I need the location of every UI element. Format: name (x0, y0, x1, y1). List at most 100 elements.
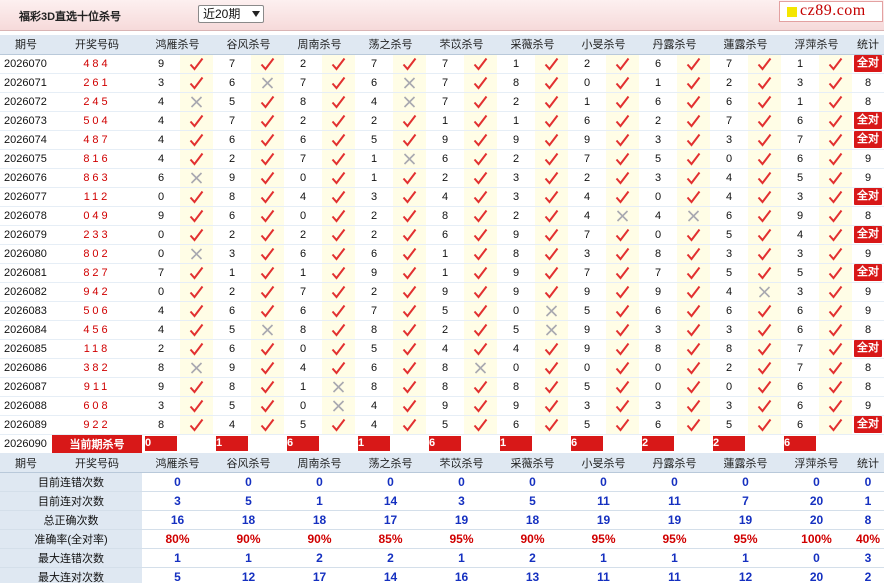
col-header-expert-10[interactable]: 浮萍杀号 (781, 453, 852, 473)
kill-number-cell: 2 (497, 206, 535, 226)
col-header-expert-2[interactable]: 谷风杀号 (213, 453, 284, 473)
check-icon (189, 209, 204, 223)
wrong-mark (748, 282, 781, 302)
kill-number-cell: 8 (710, 339, 748, 359)
period-select[interactable]: 近20期 (198, 5, 264, 23)
summary-value: 14 (355, 491, 426, 511)
check-icon (544, 114, 559, 128)
correct-mark (464, 339, 497, 359)
check-icon (402, 190, 417, 204)
check-icon (331, 361, 346, 375)
check-icon (473, 399, 488, 413)
col-header-expert-9[interactable]: 蓮露杀号 (710, 35, 781, 55)
check-icon (189, 380, 204, 394)
kill-number-cell: 6 (284, 301, 322, 321)
correct-mark (464, 282, 497, 302)
draw-numbers-cell: 233 (52, 225, 142, 245)
col-header-expert-2[interactable]: 谷风杀号 (213, 35, 284, 55)
kill-number-cell: 6 (781, 377, 819, 397)
kill-number-cell: 4 (284, 358, 322, 378)
kill-number-cell: 7 (213, 54, 251, 74)
check-icon (402, 114, 417, 128)
col-header-expert-3[interactable]: 周南杀号 (284, 453, 355, 473)
issue-cell: 2026081 (0, 263, 52, 283)
col-header-expert-6[interactable]: 采薇杀号 (497, 453, 568, 473)
correct-mark (180, 282, 213, 302)
correct-mark (819, 377, 852, 397)
correct-mark (748, 54, 781, 74)
kill-number-cell: 0 (284, 206, 322, 226)
correct-mark (180, 206, 213, 226)
correct-mark (251, 263, 284, 283)
col-header-expert-9[interactable]: 蓮露杀号 (710, 453, 781, 473)
check-icon (260, 399, 275, 413)
check-icon (544, 247, 559, 261)
stat-value: 8 (864, 209, 872, 222)
col-header-expert-6[interactable]: 采薇杀号 (497, 35, 568, 55)
check-icon (828, 380, 843, 394)
col-header-expert-5[interactable]: 芣苡杀号 (426, 453, 497, 473)
check-icon (473, 190, 488, 204)
all-correct-badge: 全对 (854, 226, 882, 243)
cross-icon (190, 95, 203, 108)
kill-number-cell: 1 (426, 263, 464, 283)
check-icon (615, 361, 630, 375)
summary-value: 95% (710, 529, 781, 549)
correct-mark (393, 339, 426, 359)
chevron-down-icon[interactable] (252, 11, 260, 17)
wrong-mark (180, 92, 213, 112)
summary-value: 0 (142, 472, 213, 492)
kill-number-cell: 7 (355, 301, 393, 321)
draw-numbers-cell: 911 (52, 377, 142, 397)
correct-mark (819, 225, 852, 245)
col-header-expert-4[interactable]: 荡之杀号 (355, 453, 426, 473)
kill-number-cell: 3 (639, 396, 677, 416)
correct-mark (322, 54, 355, 74)
col-header-expert-3[interactable]: 周南杀号 (284, 35, 355, 55)
current-kill-cell: 6 (568, 434, 639, 454)
stat-cell: 8 (852, 206, 884, 226)
check-icon (544, 266, 559, 280)
kill-number-cell: 3 (142, 73, 180, 93)
col-header-expert-1[interactable]: 鸿雁杀号 (142, 35, 213, 55)
correct-mark (251, 130, 284, 150)
correct-mark (819, 415, 852, 435)
col-header-expert-8[interactable]: 丹露杀号 (639, 35, 710, 55)
kill-number-cell: 5 (781, 263, 819, 283)
draw-numbers-cell: 608 (52, 396, 142, 416)
site-logo[interactable]: cz89.com (779, 1, 883, 22)
correct-mark (322, 415, 355, 435)
cross-icon (545, 304, 558, 317)
stat-cell: 全对 (852, 54, 884, 74)
col-header-expert-5[interactable]: 芣苡杀号 (426, 35, 497, 55)
cross-icon (190, 361, 203, 374)
correct-mark (393, 320, 426, 340)
col-header-expert-1[interactable]: 鸿雁杀号 (142, 453, 213, 473)
summary-value: 5 (213, 491, 284, 511)
correct-mark (393, 396, 426, 416)
summary-row: 最大连对次数 5 12 17 14 16 13 11 11 12 20 2 (0, 567, 884, 583)
logo-text: cz89.com (800, 2, 866, 19)
correct-mark (677, 54, 710, 74)
kill-number-cell: 1 (497, 54, 535, 74)
col-header-expert-8[interactable]: 丹露杀号 (639, 453, 710, 473)
correct-mark (819, 149, 852, 169)
kill-number-cell: 2 (497, 149, 535, 169)
correct-mark (677, 168, 710, 188)
kill-number-cell: 8 (355, 320, 393, 340)
check-icon (615, 114, 630, 128)
col-header-expert-7[interactable]: 小旻杀号 (568, 35, 639, 55)
correct-mark (251, 92, 284, 112)
correct-mark (606, 187, 639, 207)
col-header-expert-10[interactable]: 浮萍杀号 (781, 35, 852, 55)
correct-mark (819, 111, 852, 131)
correct-mark (606, 168, 639, 188)
kill-number-cell: 2 (284, 111, 322, 131)
kill-number-cell: 2 (497, 92, 535, 112)
correct-mark (819, 282, 852, 302)
correct-mark (606, 130, 639, 150)
correct-mark (606, 263, 639, 283)
col-header-expert-4[interactable]: 荡之杀号 (355, 35, 426, 55)
col-header-expert-7[interactable]: 小旻杀号 (568, 453, 639, 473)
correct-mark (819, 206, 852, 226)
